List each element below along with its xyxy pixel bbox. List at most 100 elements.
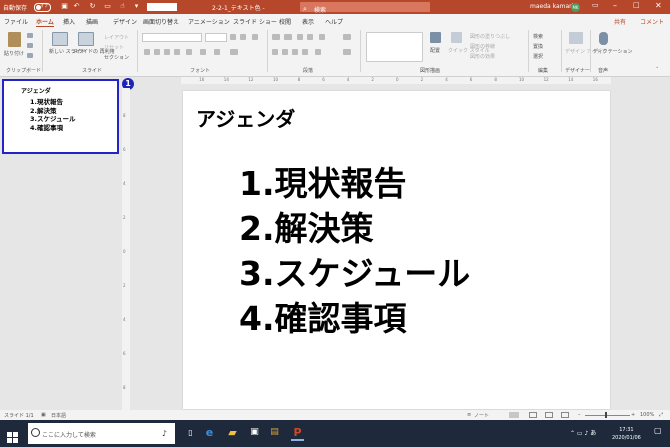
designer-icon[interactable] xyxy=(569,32,583,44)
agenda-item[interactable]: 2.解決策 xyxy=(239,206,470,251)
numbering-icon[interactable] xyxy=(284,34,292,40)
search-box[interactable]: ⌕ 検索 xyxy=(300,2,430,14)
reading-view-icon[interactable] xyxy=(545,412,553,418)
agenda-item[interactable]: 1.現状報告 xyxy=(239,161,470,206)
arrange-icon[interactable] xyxy=(430,32,441,43)
paste-icon[interactable] xyxy=(8,32,21,47)
zoom-in-icon[interactable]: + xyxy=(631,412,635,418)
quick-font-box[interactable] xyxy=(147,3,177,11)
slide-body[interactable]: 1.現状報告 2.解決策 3.スケジュール 4.確認事項 xyxy=(239,161,470,341)
powerpoint-icon[interactable]: P xyxy=(291,424,304,441)
user-name[interactable]: maeda kamari xyxy=(530,3,573,10)
agenda-item[interactable]: 3.スケジュール xyxy=(239,251,470,296)
ribbon-display-options-icon[interactable]: ▭ xyxy=(592,1,599,9)
notes-icon[interactable]: ≡ xyxy=(467,412,471,418)
section-button[interactable]: セクション xyxy=(104,54,129,61)
font-name-field[interactable] xyxy=(142,33,202,42)
collapse-ribbon-icon[interactable]: ˄ xyxy=(656,67,662,73)
touch-mode-icon[interactable]: ☝ xyxy=(118,2,127,11)
microphone-icon[interactable]: ♪ xyxy=(162,429,167,438)
zoom-level[interactable]: 100% xyxy=(640,412,654,418)
customize-toolbar-icon[interactable]: ▾ xyxy=(132,2,141,11)
fit-to-window-icon[interactable]: ⤢ xyxy=(659,412,663,418)
align-left-icon[interactable] xyxy=(272,49,278,55)
reset-button[interactable]: リセット xyxy=(104,44,124,51)
avatar[interactable]: MK xyxy=(571,3,580,12)
notification-icon[interactable]: ▢ xyxy=(654,426,662,435)
arrange-label[interactable]: 配置 xyxy=(430,47,440,54)
restore-icon[interactable]: □ xyxy=(633,1,640,9)
windows-start-icon[interactable] xyxy=(7,428,18,443)
new-slide-icon[interactable] xyxy=(52,32,68,46)
zoom-slider-thumb[interactable] xyxy=(605,412,607,418)
reuse-slide-icon[interactable] xyxy=(78,32,94,46)
tab-1[interactable]: ホーム xyxy=(36,17,54,27)
clear-format-icon[interactable] xyxy=(252,34,258,40)
char-spacing-icon[interactable] xyxy=(200,49,206,55)
tab-0[interactable]: ファイル xyxy=(4,17,28,26)
underline-icon[interactable] xyxy=(164,49,170,55)
file-explorer-icon[interactable]: ▰ xyxy=(226,424,239,441)
notes-button[interactable]: ノート xyxy=(474,412,489,419)
agenda-item[interactable]: 4.確認事項 xyxy=(239,296,470,341)
italic-icon[interactable] xyxy=(154,49,160,55)
spellcheck-icon[interactable]: ▣ xyxy=(41,412,46,418)
quick-style-icon[interactable] xyxy=(451,32,462,43)
find-button[interactable]: 検索 xyxy=(533,33,543,40)
layout-button[interactable]: レイアウト xyxy=(104,34,129,41)
normal-view-icon[interactable] xyxy=(509,412,519,418)
mail-icon[interactable]: ▤ xyxy=(268,424,281,441)
tab-10[interactable]: ヘルプ xyxy=(325,17,343,26)
select-button[interactable]: 選択 xyxy=(533,53,543,60)
cut-icon[interactable] xyxy=(27,33,33,38)
shape-fill-button[interactable]: 図形の塗りつぶし xyxy=(470,33,510,40)
language-label[interactable]: 日本語 xyxy=(51,412,66,419)
bullets-icon[interactable] xyxy=(272,34,280,40)
tab-9[interactable]: 表示 xyxy=(302,17,314,26)
decrease-indent-icon[interactable] xyxy=(297,34,303,40)
tab-6[interactable]: アニメーション xyxy=(188,17,230,26)
close-icon[interactable]: ✕ xyxy=(655,1,662,10)
zoom-out-icon[interactable]: – xyxy=(578,412,581,418)
slide-thumbnail[interactable]: アジェンダ 1.現状報告 2.解決策 3.スケジュール 4.確認事項 xyxy=(2,79,119,154)
slide-canvas[interactable]: アジェンダ 1.現状報告 2.解決策 3.スケジュール 4.確認事項 xyxy=(183,91,610,409)
store-icon[interactable]: ▣ xyxy=(248,424,261,441)
zoom-slider[interactable] xyxy=(585,415,630,416)
text-direction-icon[interactable] xyxy=(343,34,351,40)
shadow-icon[interactable] xyxy=(186,49,192,55)
increase-indent-icon[interactable] xyxy=(307,34,313,40)
change-case-icon[interactable] xyxy=(214,49,220,55)
copy-icon[interactable] xyxy=(27,43,33,48)
task-view-icon[interactable]: ▯ xyxy=(184,424,197,441)
taskbar-search[interactable]: ここに入力して検索 ♪ xyxy=(28,423,175,444)
shrink-font-icon[interactable] xyxy=(240,34,246,40)
paste-label[interactable]: 貼り付け xyxy=(4,50,24,57)
align-right-icon[interactable] xyxy=(292,49,298,55)
tab-3[interactable]: 描画 xyxy=(86,17,98,26)
columns-icon[interactable] xyxy=(315,49,321,55)
justify-icon[interactable] xyxy=(302,49,308,55)
undo-icon[interactable]: ↶ xyxy=(72,2,81,11)
share-button[interactable]: 共有 xyxy=(614,17,626,26)
line-spacing-icon[interactable] xyxy=(319,34,325,40)
tab-5[interactable]: 画面切り替え xyxy=(143,17,179,26)
tab-7[interactable]: スライド ショー xyxy=(233,17,277,26)
strikethrough-icon[interactable] xyxy=(174,49,180,55)
font-size-field[interactable] xyxy=(205,33,227,42)
comments-button[interactable]: コメント xyxy=(640,17,664,26)
start-from-beginning-icon[interactable]: ▭ xyxy=(103,2,112,11)
shapes-gallery[interactable] xyxy=(366,32,423,62)
slide-sorter-icon[interactable] xyxy=(529,412,537,418)
shape-outline-button[interactable]: 図形の枠線 xyxy=(470,43,495,50)
format-painter-icon[interactable] xyxy=(27,53,33,58)
clock[interactable]: 17:31 2020/01/06 xyxy=(612,426,641,442)
dictate-label[interactable]: ディクテーション xyxy=(593,48,633,55)
smartart-icon[interactable] xyxy=(343,49,351,55)
bold-icon[interactable] xyxy=(144,49,150,55)
slideshow-view-icon[interactable] xyxy=(561,412,569,418)
grow-font-icon[interactable] xyxy=(230,34,236,40)
shape-effects-button[interactable]: 図形の効果 xyxy=(470,53,495,60)
tab-4[interactable]: デザイン xyxy=(113,17,137,26)
microphone-icon[interactable] xyxy=(599,32,608,45)
slide-title[interactable]: アジェンダ xyxy=(196,103,295,132)
